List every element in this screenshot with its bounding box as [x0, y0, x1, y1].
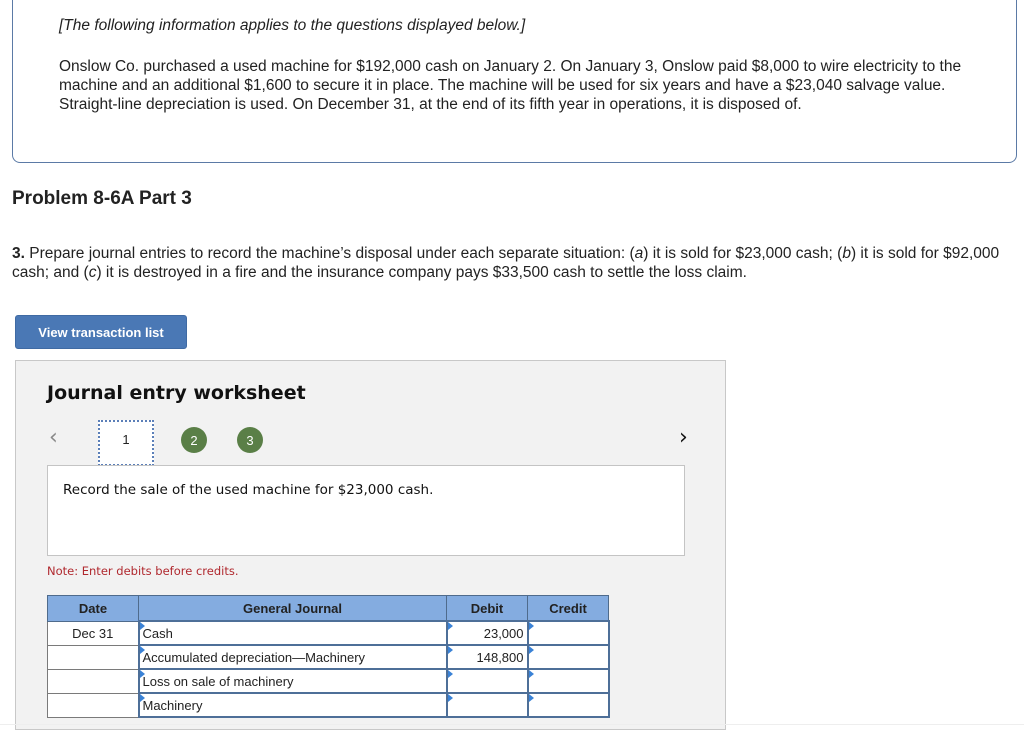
credit-input[interactable] — [526, 620, 610, 646]
dropdown-marker-icon — [139, 646, 145, 654]
info-body: Onslow Co. purchased a used machine for … — [59, 58, 962, 113]
dropdown-marker-icon — [139, 694, 145, 702]
credit-input[interactable] — [526, 668, 610, 694]
step-label: 3 — [246, 432, 254, 448]
transaction-description-box: Record the sale of the used machine for … — [47, 465, 685, 556]
account-select[interactable]: Cash — [137, 620, 448, 646]
journal-row: Dec 31 Cash 23,000 — [47, 620, 610, 646]
input-marker-icon — [447, 622, 453, 630]
question-label-b: b — [842, 245, 851, 262]
input-marker-icon — [447, 694, 453, 702]
account-select[interactable]: Machinery — [137, 692, 448, 718]
debit-value — [448, 671, 527, 692]
question-segment: ) it is destroyed in a fire and the insu… — [96, 264, 747, 281]
input-marker-icon — [528, 646, 534, 654]
credit-value — [529, 647, 608, 668]
account-select[interactable]: Accumulated depreciation—Machinery — [137, 644, 448, 670]
debit-input[interactable] — [445, 692, 529, 718]
input-marker-icon — [528, 694, 534, 702]
note-text: Note: Enter debits before credits. — [47, 564, 239, 578]
debit-input[interactable] — [445, 668, 529, 694]
credit-input[interactable] — [526, 644, 610, 670]
debit-value: 148,800 — [476, 649, 524, 665]
account-select[interactable]: Loss on sale of machinery — [137, 668, 448, 694]
dropdown-marker-icon — [139, 622, 145, 630]
date-cell — [47, 668, 139, 694]
problem-title: Problem 8-6A Part 3 — [12, 188, 192, 209]
date-cell — [47, 692, 139, 718]
step-2-tab[interactable]: 2 — [181, 427, 207, 453]
input-marker-icon — [447, 670, 453, 678]
chevron-left-icon[interactable]: ‹ — [49, 425, 58, 450]
debit-value: 23,000 — [483, 625, 524, 641]
date-cell: Dec 31 — [47, 620, 139, 646]
question-label-a: a — [634, 245, 644, 262]
worksheet-title: Journal entry worksheet — [47, 382, 306, 404]
header-general-journal: General Journal — [138, 595, 447, 622]
input-marker-icon — [447, 646, 453, 654]
credit-value — [529, 695, 608, 716]
info-panel: [The following information applies to th… — [12, 0, 1017, 163]
account-value: Loss on sale of machinery — [142, 673, 294, 689]
header-debit: Debit — [446, 595, 528, 622]
input-marker-icon — [528, 622, 534, 630]
date-cell — [47, 644, 139, 670]
account-value: Accumulated depreciation—Machinery — [142, 649, 366, 665]
journal-table: Date General Journal Debit Credit Dec 31… — [47, 595, 610, 718]
credit-input[interactable] — [526, 692, 610, 718]
journal-entry-worksheet: Journal entry worksheet ‹ 1 2 3 › Record… — [15, 360, 726, 730]
divider — [0, 724, 1024, 725]
step-label: 1 — [122, 432, 130, 447]
journal-row: Loss on sale of machinery — [47, 668, 610, 694]
question-segment: Prepare journal entries to record the ma… — [24, 245, 635, 262]
input-marker-icon — [528, 670, 534, 678]
info-intro: [The following information applies to th… — [59, 17, 526, 34]
chevron-right-icon[interactable]: › — [679, 425, 688, 450]
header-credit: Credit — [527, 595, 609, 622]
view-transaction-list-button[interactable]: View transaction list — [15, 315, 187, 349]
credit-value — [529, 671, 608, 692]
account-value: Cash — [142, 625, 173, 641]
transaction-description: Record the sale of the used machine for … — [63, 482, 434, 498]
debit-input[interactable]: 148,800 — [445, 644, 529, 670]
journal-row: Machinery — [47, 692, 610, 718]
question-segment: ) it is sold for $23,000 cash; ( — [643, 245, 843, 262]
account-value: Machinery — [142, 697, 203, 713]
step-3-tab[interactable]: 3 — [237, 427, 263, 453]
step-1-tab[interactable]: 1 — [98, 420, 154, 466]
debit-input[interactable]: 23,000 — [445, 620, 529, 646]
journal-header-row: Date General Journal Debit Credit — [47, 595, 609, 622]
question-number: 3. — [12, 245, 25, 262]
header-date: Date — [47, 595, 139, 622]
question-text: 3. Prepare journal entries to record the… — [12, 244, 1024, 282]
dropdown-marker-icon — [139, 670, 145, 678]
debit-value — [448, 695, 527, 716]
step-label: 2 — [190, 432, 198, 448]
journal-row: Accumulated depreciation—Machinery 148,8… — [47, 644, 610, 670]
credit-value — [529, 623, 608, 644]
